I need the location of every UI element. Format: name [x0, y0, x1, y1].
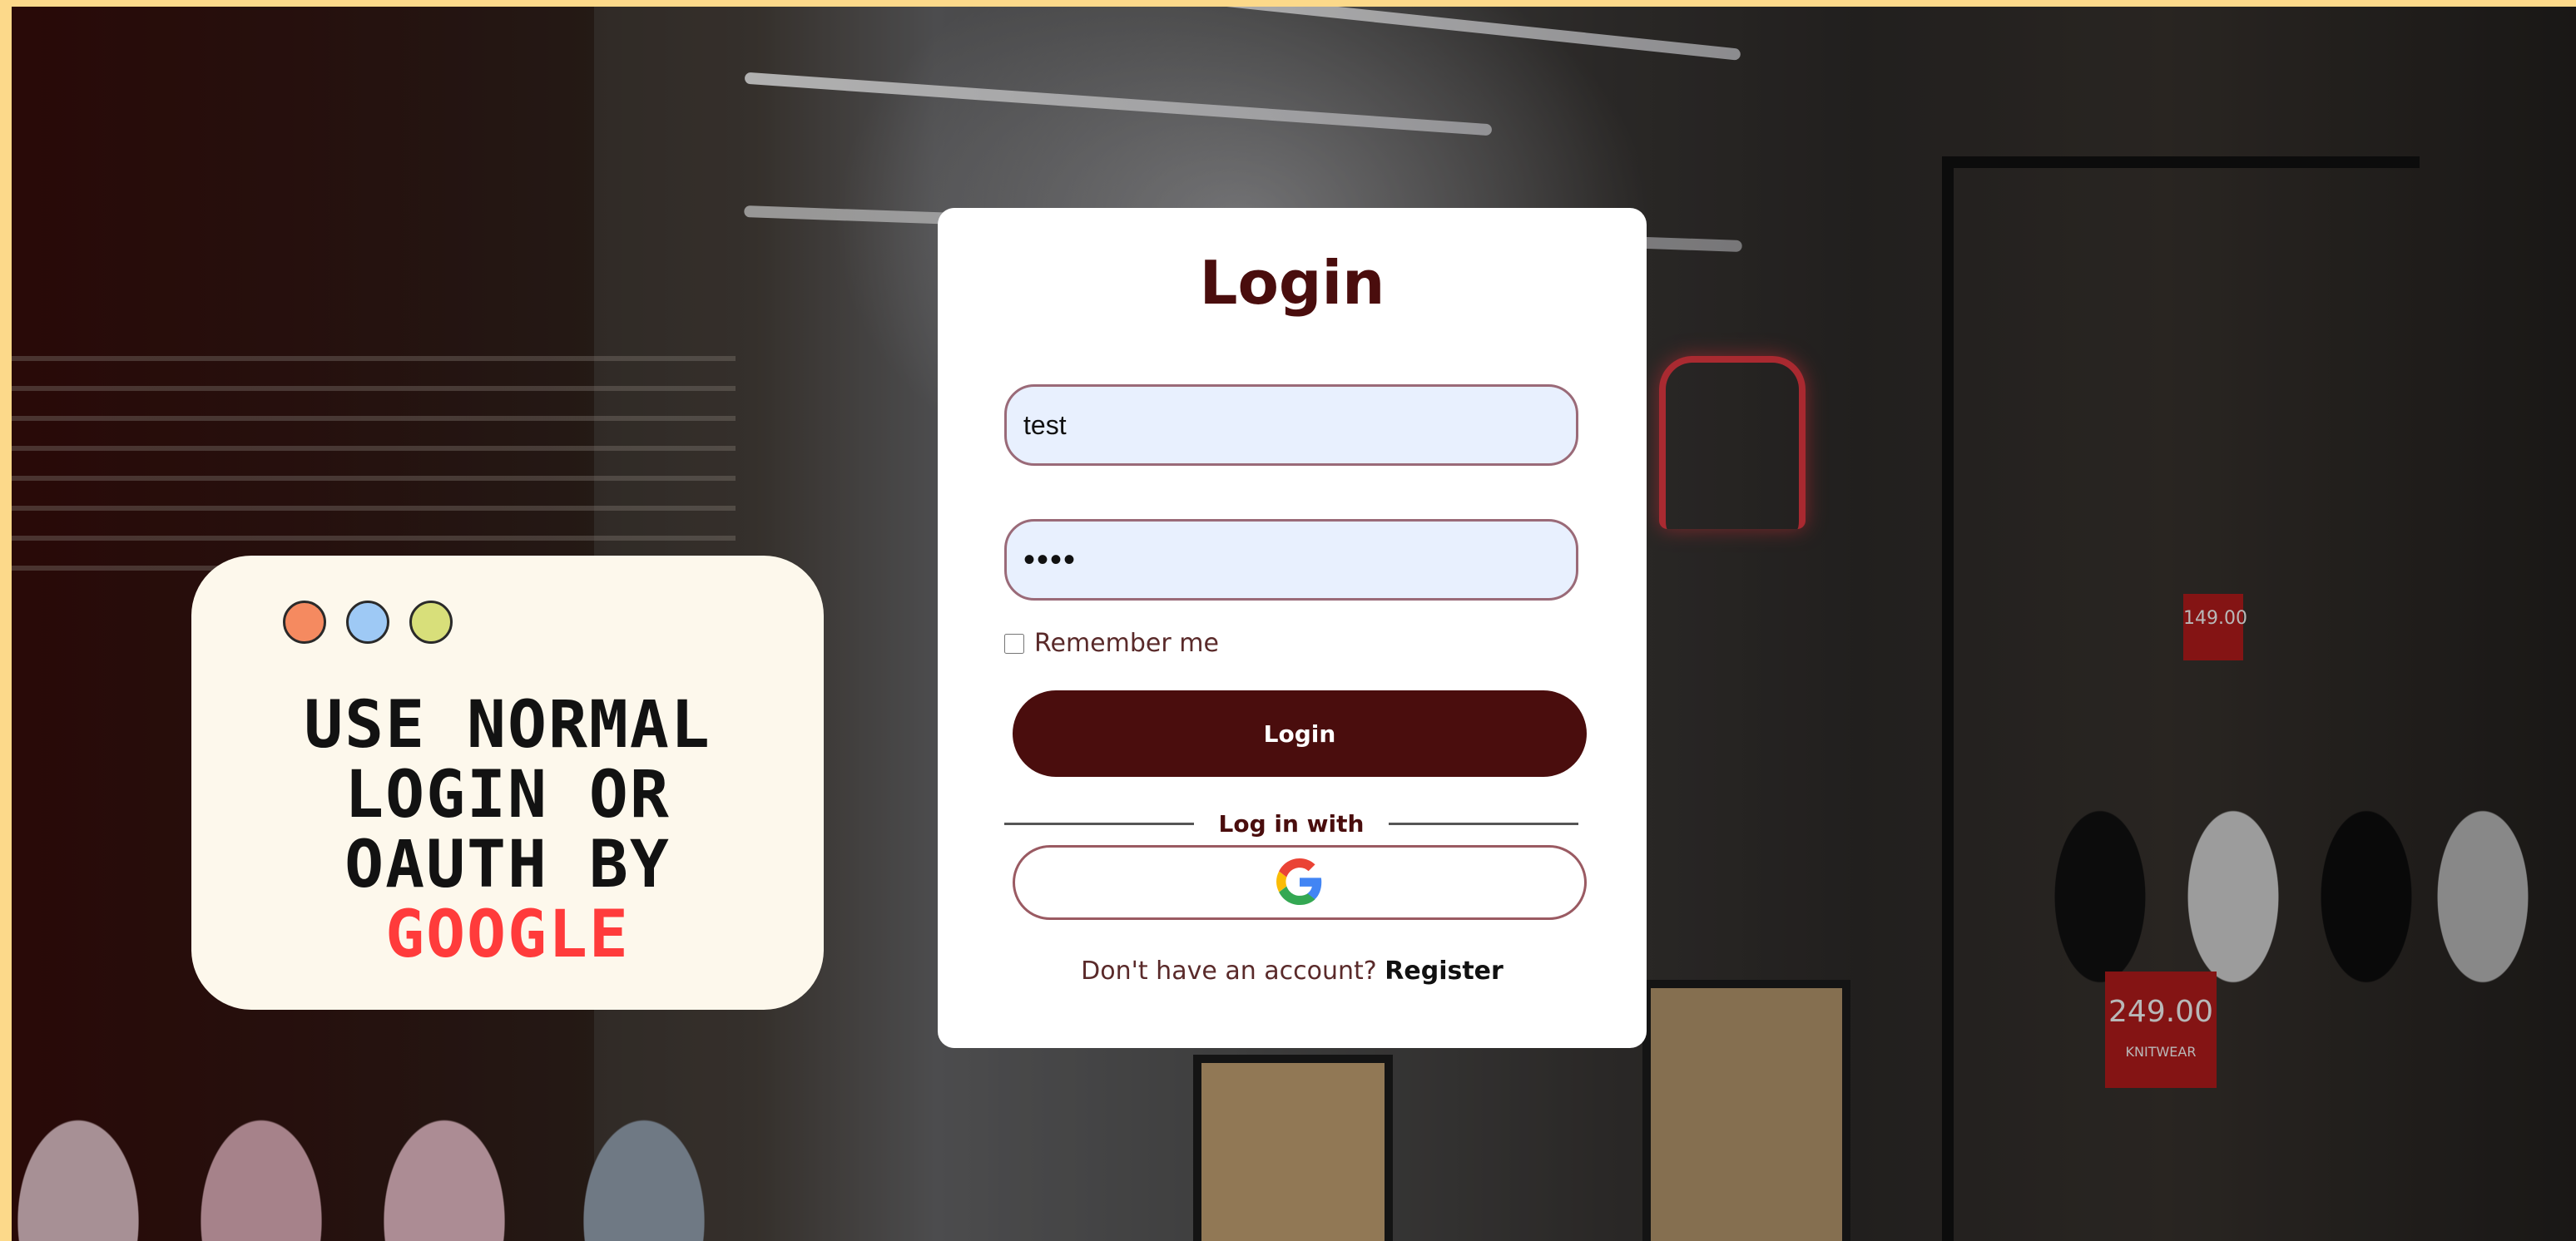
- username-input[interactable]: [1004, 384, 1578, 466]
- info-card: USE NORMAL LOGIN OR OAUTH BY GOOGLE: [191, 556, 824, 1010]
- oauth-divider: Log in with: [1004, 808, 1578, 838]
- login-card: Login Remember me Login Log in with Don'…: [938, 208, 1647, 1048]
- window-dot-yellow: [409, 601, 453, 644]
- window-dot-red: [283, 601, 326, 644]
- headline-line: OAUTH BY: [344, 828, 671, 902]
- window-dot-blue: [346, 601, 389, 644]
- info-headline: USE NORMAL LOGIN OR OAUTH BY GOOGLE: [241, 690, 774, 970]
- headline-line: USE NORMAL: [304, 688, 711, 763]
- login-title: Login: [1199, 248, 1385, 318]
- google-login-button[interactable]: [1013, 845, 1587, 920]
- register-prompt-text: Don't have an account?: [1081, 957, 1377, 986]
- divider-label: Log in with: [1218, 809, 1365, 838]
- remember-me[interactable]: Remember me: [1004, 629, 1219, 658]
- divider-line: [1389, 822, 1578, 825]
- headline-accent: GOOGLE: [385, 897, 630, 972]
- remember-me-checkbox[interactable]: [1004, 633, 1024, 654]
- login-button[interactable]: Login: [1013, 690, 1587, 777]
- headline-line: LOGIN OR: [344, 758, 671, 833]
- password-input[interactable]: [1004, 519, 1578, 601]
- google-icon: [1276, 858, 1323, 907]
- register-link[interactable]: Register: [1385, 957, 1503, 986]
- window-dots: [283, 601, 774, 644]
- divider-line: [1004, 822, 1194, 825]
- register-prompt: Don't have an account? Register: [938, 957, 1647, 986]
- remember-me-label: Remember me: [1034, 629, 1219, 658]
